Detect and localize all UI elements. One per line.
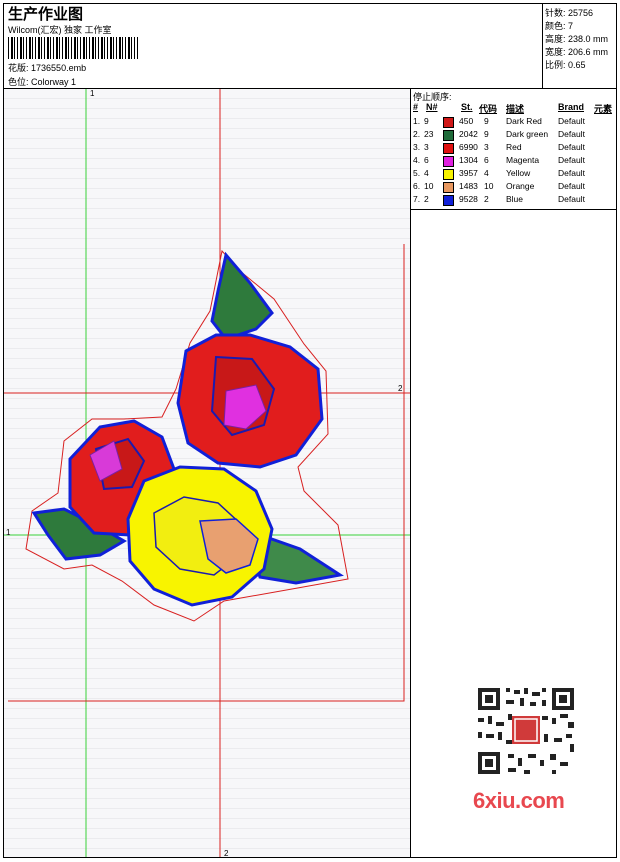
stat-stitches: 针数: 25756 — [545, 8, 594, 18]
row-description: Dark green — [506, 129, 549, 139]
qr-logo-stamp — [512, 716, 540, 744]
stop-row: 7. 2 9528 2 Blue Default — [411, 194, 617, 207]
guide-label-top-1: 1 — [90, 89, 95, 98]
col-header-st: St. — [461, 102, 473, 112]
row-description: Red — [506, 142, 522, 152]
stop-sequence-panel: 停止顺序: # N# St. 代码 描述 Brand 元素 1. 9 450 9 Dar… — [411, 89, 617, 210]
stat-colors: 颜色: 7 — [545, 21, 574, 31]
qr-code — [472, 682, 580, 780]
barcode — [8, 37, 138, 59]
sheet-title: 生产作业图 — [8, 6, 84, 23]
row-brand: Default — [558, 142, 585, 152]
row-brand: Default — [558, 194, 585, 204]
row-stitches: 450 — [459, 116, 474, 126]
row-color-swatch — [443, 117, 454, 128]
embroidery-preview: 1 1 2 2 — [4, 89, 410, 858]
stop-row: 5. 4 3957 4 Yellow Default — [411, 168, 617, 181]
row-needle: 2 — [424, 194, 429, 204]
row-brand: Default — [558, 155, 585, 165]
row-index: 5. — [413, 168, 421, 178]
row-needle: 3 — [424, 142, 429, 152]
row-color-swatch — [443, 130, 454, 141]
row-code: 9 — [484, 116, 489, 126]
row-code: 9 — [484, 129, 489, 139]
row-description: Orange — [506, 181, 535, 191]
row-color-swatch — [443, 156, 454, 167]
stop-row: 2. 23 2042 9 Dark green Default — [411, 129, 617, 142]
row-code: 10 — [484, 181, 494, 191]
design-canvas: 1 1 2 2 — [4, 89, 411, 858]
row-needle: 23 — [424, 129, 434, 139]
row-description: Magenta — [506, 155, 540, 165]
row-code: 4 — [484, 168, 489, 178]
stop-row: 1. 9 450 9 Dark Red Default — [411, 116, 617, 129]
row-index: 2. — [413, 129, 421, 139]
design-label: 花版: — [8, 63, 29, 73]
guide-label-right-2: 2 — [398, 384, 403, 393]
row-stitches: 6990 — [459, 142, 478, 152]
row-index: 1. — [413, 116, 421, 126]
row-stitches: 3957 — [459, 168, 478, 178]
row-description: Blue — [506, 194, 524, 204]
row-needle: 6 — [424, 155, 429, 165]
row-color-swatch — [443, 182, 454, 193]
stop-row: 6. 10 1483 10 Orange Default — [411, 181, 617, 194]
watermark-site: 6xiu.com — [473, 788, 565, 813]
row-code: 2 — [484, 194, 489, 204]
stop-row: 3. 3 6990 3 Red Default — [411, 142, 617, 155]
row-needle: 4 — [424, 168, 429, 178]
row-color-swatch — [443, 169, 454, 180]
stat-scale: 比例: 0.65 — [545, 60, 586, 70]
row-stitches: 9528 — [459, 194, 478, 204]
col-header-num: # — [413, 102, 419, 112]
row-brand: Default — [558, 129, 585, 139]
row-brand: Default — [558, 168, 585, 178]
col-header-element: 元素 — [594, 104, 613, 114]
colorway-line: 色位: Colorway 1 — [8, 75, 76, 88]
stat-height: 高度: 238.0 mm — [545, 34, 609, 44]
row-stitches: 1304 — [459, 155, 478, 165]
colorway-label: 色位: — [8, 77, 29, 87]
stats-box: 针数: 25756 颜色: 7 高度: 238.0 mm 宽度: 206.6 m… — [542, 3, 617, 88]
qr-code-image — [472, 682, 580, 780]
row-color-swatch — [443, 143, 454, 154]
col-header-desc: 描述 — [506, 104, 525, 114]
design-file-line: 花版: 1736550.emb — [8, 61, 86, 74]
col-header-n: N# — [426, 102, 438, 112]
guide-label-left-1: 1 — [6, 528, 11, 537]
colorway-value: Colorway 1 — [31, 77, 77, 87]
row-brand: Default — [558, 116, 585, 126]
stat-width: 宽度: 206.6 mm — [545, 47, 609, 57]
design-file-name: 1736550.emb — [31, 63, 87, 73]
col-header-code: 代码 — [479, 104, 498, 114]
row-code: 3 — [484, 142, 489, 152]
leaf-top — [210, 251, 274, 341]
row-index: 7. — [413, 194, 421, 204]
guide-label-bottom-2: 2 — [224, 849, 229, 857]
row-description: Dark Red — [506, 116, 542, 126]
row-needle: 10 — [424, 181, 434, 191]
row-brand: Default — [558, 181, 585, 191]
row-index: 6. — [413, 181, 421, 191]
stop-row: 4. 6 1304 6 Magenta Default — [411, 155, 617, 168]
row-index: 3. — [413, 142, 421, 152]
company-name: Wilcom(汇宏) 独家 工作室 — [8, 25, 112, 35]
row-description: Yellow — [506, 168, 531, 178]
row-stitches: 1483 — [459, 181, 478, 191]
row-needle: 9 — [424, 116, 429, 126]
row-stitches: 2042 — [459, 129, 478, 139]
row-index: 4. — [413, 155, 421, 165]
row-code: 6 — [484, 155, 489, 165]
row-color-swatch — [443, 195, 454, 206]
col-header-brand: Brand — [558, 102, 585, 112]
